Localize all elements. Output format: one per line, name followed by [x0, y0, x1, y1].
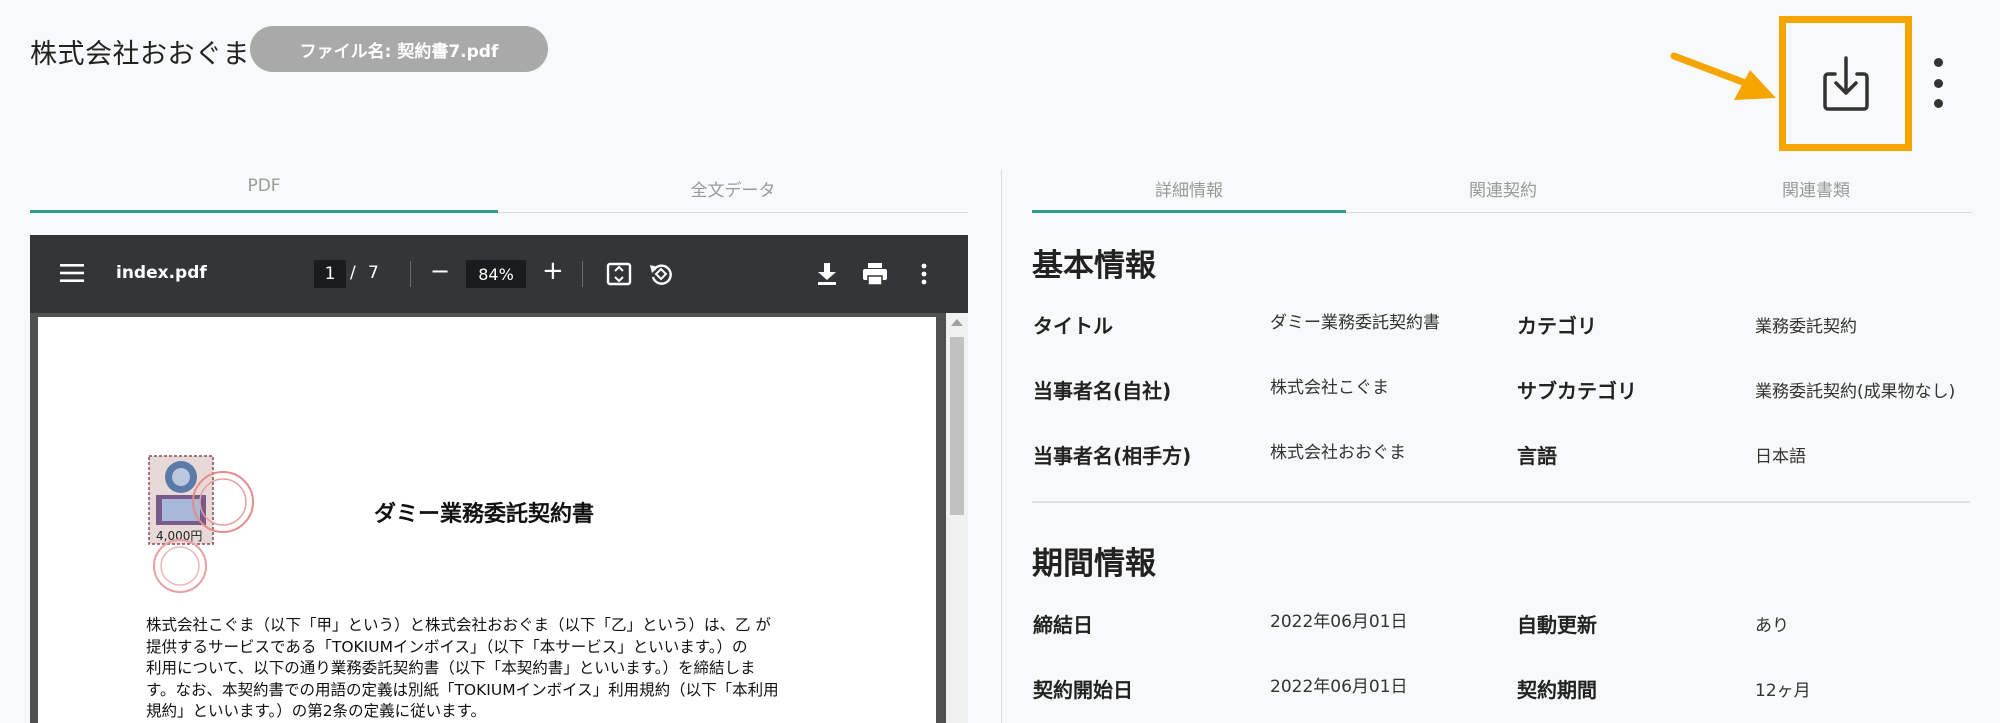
field-label: 契約開始日	[1033, 678, 1133, 702]
page-total: 7	[368, 263, 379, 283]
field-value: あり	[1755, 616, 1789, 636]
field-label: 締結日	[1033, 613, 1093, 637]
field-label: サブカテゴリ	[1517, 379, 1637, 403]
tab-fulltext[interactable]: 全文データ	[498, 176, 968, 212]
print-icon[interactable]	[862, 262, 888, 286]
tab-details[interactable]: 詳細情報	[1032, 176, 1346, 212]
toolbar-separator	[410, 261, 411, 287]
download-icon	[1822, 55, 1869, 111]
menu-icon[interactable]	[60, 263, 84, 283]
viewer-filename: index.pdf	[116, 263, 207, 283]
field-value: 株式会社おおぐま	[1270, 443, 1406, 463]
viewer-more-icon[interactable]	[920, 263, 928, 285]
viewer-toolbar: index.pdf 1 / 7 − 84% +	[30, 235, 968, 313]
field-value: 業務委託契約(成果物なし)	[1755, 382, 1956, 402]
zoom-level[interactable]: 84%	[466, 260, 526, 288]
tab-active-indicator-right	[1032, 210, 1346, 213]
panel-divider	[1001, 170, 1002, 723]
viewer-download-icon[interactable]	[816, 262, 838, 286]
company-name: 株式会社おおぐま	[30, 39, 250, 70]
contract-body-line: 規約」といいます。）の第2条の定義に従います。	[146, 702, 487, 720]
field-label: 契約期間	[1517, 678, 1597, 702]
field-value: 株式会社こぐま	[1270, 378, 1389, 398]
contract-body-line: 株式会社こぐま（以下「甲」という）と株式会社おおぐま（以下「乙」という）は、乙 …	[146, 616, 771, 634]
section-title-period: 期間情報	[1032, 546, 1156, 582]
toolbar-separator	[582, 261, 583, 287]
field-value: 日本語	[1755, 447, 1806, 467]
fit-page-icon[interactable]	[606, 262, 632, 286]
field-label: 当事者名(自社)	[1033, 379, 1172, 403]
rotate-icon[interactable]	[648, 261, 674, 287]
seal-stamp-icon	[192, 471, 254, 533]
seal-stamp-icon	[153, 539, 207, 593]
field-label: 当事者名(相手方)	[1033, 444, 1192, 468]
zoom-in-button[interactable]: +	[542, 256, 564, 286]
field-label: カテゴリ	[1517, 314, 1597, 338]
more-options-button[interactable]	[1920, 58, 1956, 108]
field-value: 業務委託契約	[1755, 317, 1857, 337]
page-separator: /	[350, 263, 356, 283]
tab-pdf[interactable]: PDF	[30, 176, 498, 212]
field-value: 2022年06月01日	[1270, 612, 1408, 632]
page-number-input[interactable]: 1	[314, 260, 346, 288]
field-label: 言語	[1517, 444, 1557, 468]
download-button[interactable]	[1779, 16, 1912, 151]
contract-body-line: 提供するサービスである「TOKIUMインボイス」（以下「本サービス」といいます。…	[146, 637, 748, 656]
viewer-scrollbar[interactable]	[946, 313, 968, 723]
field-label: タイトル	[1033, 314, 1113, 338]
section-divider	[1032, 501, 1970, 503]
tab-active-indicator	[30, 210, 498, 213]
scroll-up-icon[interactable]	[951, 319, 963, 326]
pdf-page: 4,000円 ダミー業務委託契約書 株式会社こぐま（以下「甲」という）と株式会社…	[38, 317, 936, 723]
contract-title: ダミー業務委託契約書	[374, 502, 595, 527]
zoom-out-button[interactable]: −	[430, 257, 450, 285]
section-title-basic: 基本情報	[1032, 248, 1156, 284]
field-value: 2022年06月01日	[1270, 677, 1408, 697]
file-name-chip: ファイル名: 契約書7.pdf	[250, 26, 548, 72]
field-label: 自動更新	[1517, 613, 1597, 637]
pdf-viewer: index.pdf 1 / 7 − 84% + 4,000円 ダミー業務委託契約…	[30, 235, 968, 723]
highlight-arrow	[1670, 52, 1776, 100]
tab-related-contracts[interactable]: 関連契約	[1346, 176, 1660, 212]
tab-related-documents[interactable]: 関連書類	[1660, 176, 1972, 212]
scroll-thumb[interactable]	[950, 337, 964, 515]
contract-body-line: す。なお、本契約書での用語の定義は別紙「TOKIUMインボイス」利用規約（以下「…	[146, 680, 779, 699]
field-value: 12ヶ月	[1755, 681, 1811, 701]
field-value: ダミー業務委託契約書	[1270, 313, 1440, 333]
contract-body-line: 利用について、以下の通り業務委託契約書（以下「本契約書」といいます。）を締結しま	[146, 659, 756, 677]
